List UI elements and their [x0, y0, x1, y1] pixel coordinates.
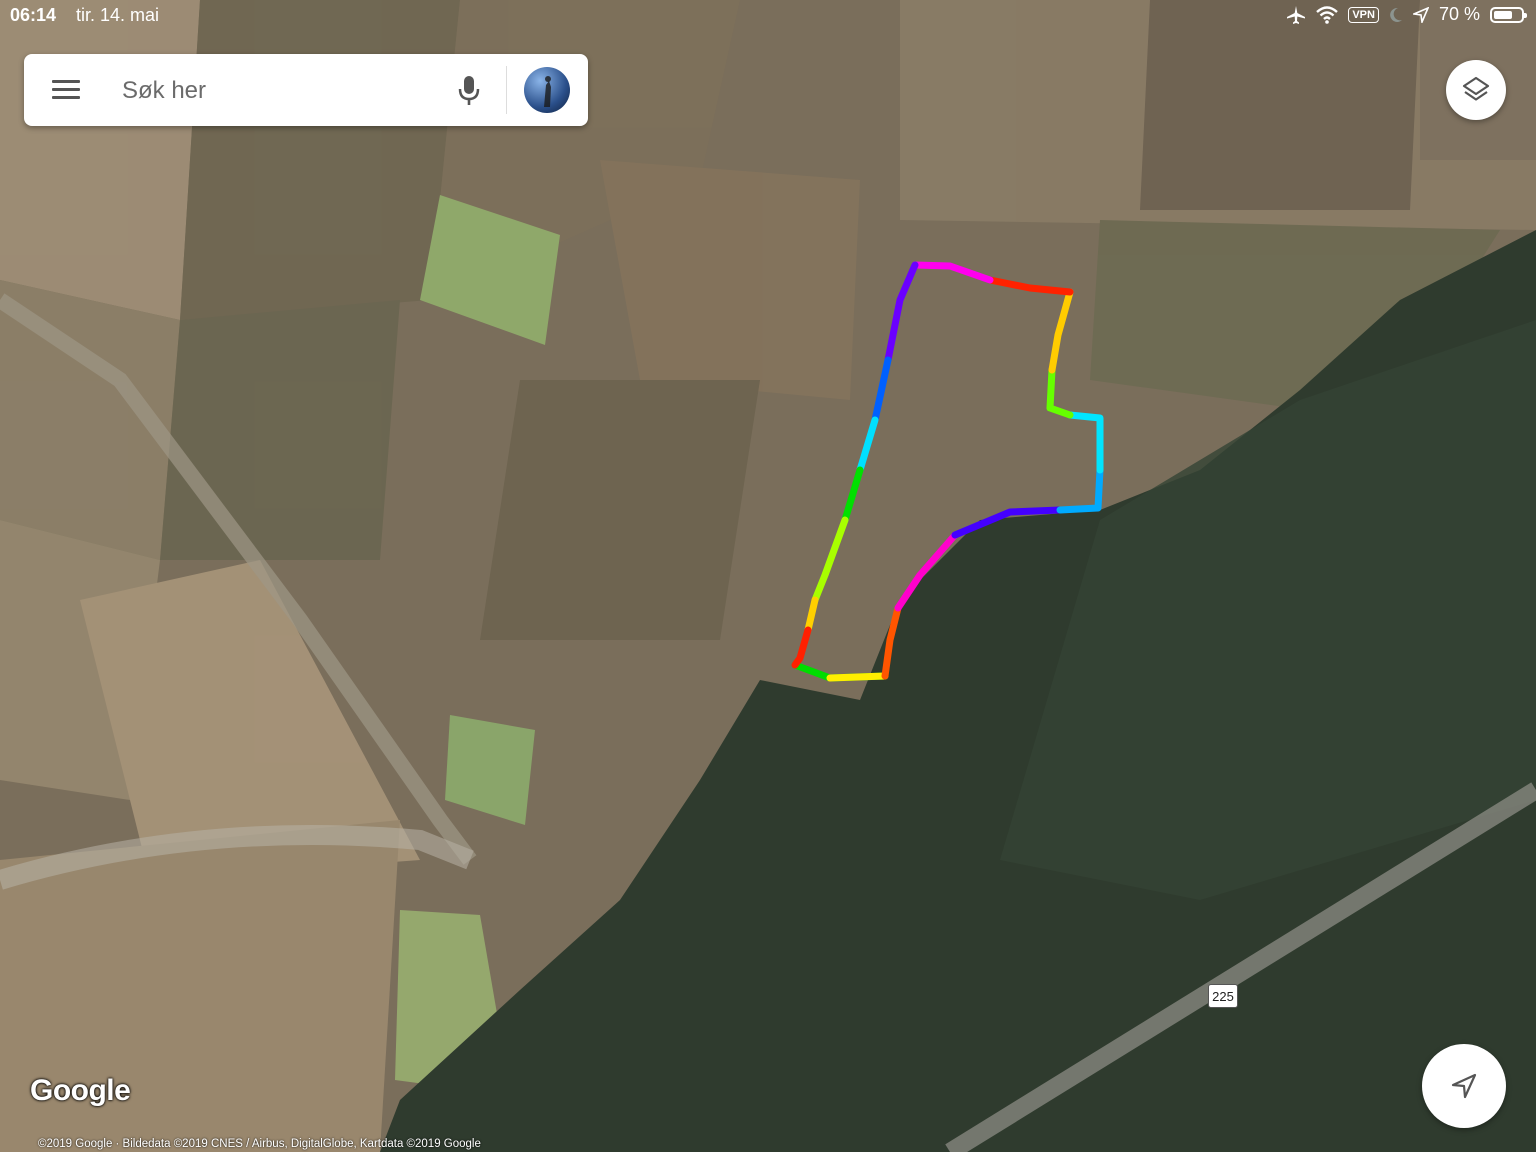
microphone-icon[interactable]	[454, 74, 484, 108]
search-bar[interactable]	[24, 54, 588, 126]
vpn-icon: VPN	[1348, 6, 1379, 23]
google-logo: Google	[30, 1074, 131, 1107]
status-bar: 06:14 tir. 14. mai VPN 70 %	[0, 0, 1536, 30]
status-indicators: VPN 70 %	[1286, 4, 1527, 25]
moon-icon	[1390, 7, 1402, 22]
avatar[interactable]	[524, 67, 570, 113]
battery-icon	[1490, 6, 1527, 23]
status-date: tir. 14. mai	[76, 5, 160, 25]
navigation-arrow-icon	[1451, 1073, 1477, 1099]
battery-percent: 70 %	[1438, 4, 1480, 24]
battery-level	[1494, 10, 1513, 19]
hamburger-menu-icon[interactable]	[52, 80, 80, 100]
layers-icon	[1462, 76, 1490, 101]
airplane-icon	[1287, 5, 1306, 24]
status-time: 06:14	[10, 5, 57, 25]
search-input[interactable]	[120, 72, 444, 110]
search-divider	[506, 66, 507, 114]
map-attribution[interactable]: ©2019 Google · Bildedata ©2019 CNES / Ai…	[38, 1138, 481, 1150]
wifi-icon	[1316, 5, 1339, 24]
my-location-button[interactable]	[1422, 1044, 1506, 1128]
layers-button[interactable]	[1446, 60, 1506, 120]
location-arrow-icon	[1412, 6, 1429, 23]
satellite-map[interactable]	[0, 0, 1536, 1152]
road-shield-225: 225	[1208, 984, 1238, 1008]
